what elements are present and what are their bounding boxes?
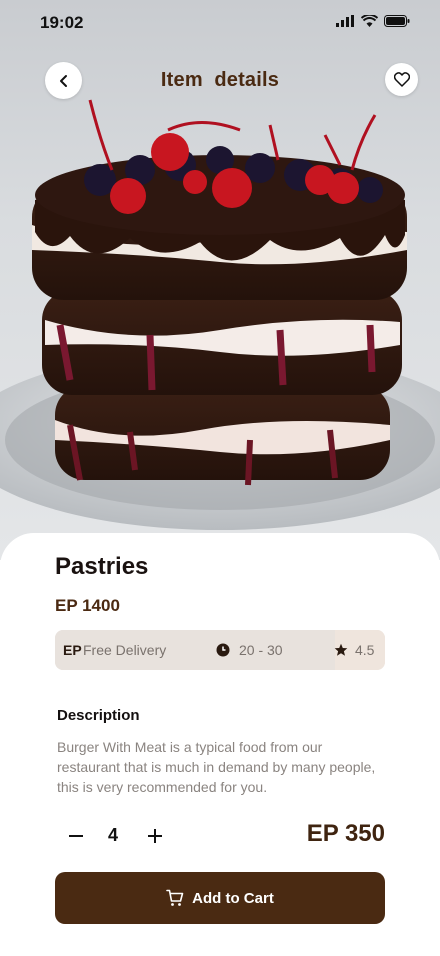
status-bar: 19:02 [0, 0, 440, 46]
page-title: Item details [160, 69, 280, 91]
star-icon [334, 643, 348, 656]
signal-icon [336, 15, 354, 27]
rating-value: 4.5 [355, 642, 375, 658]
product-name: Pastries [55, 553, 149, 580]
clock-icon [216, 643, 230, 657]
total-price: EP 350 [306, 820, 385, 847]
currency-mark: EP [63, 642, 82, 658]
status-icons [336, 15, 410, 27]
info-bar: EP Free Delivery 20 - 30 4.5 [55, 630, 385, 670]
cart-icon [166, 889, 184, 906]
plus-icon [148, 829, 162, 843]
minus-icon [69, 835, 83, 837]
product-price: EP 1400 [55, 596, 120, 615]
description-text: Burger With Meat is a typical food from … [57, 739, 376, 795]
add-to-cart-label: Add to Cart [192, 889, 274, 907]
add-to-cart-button[interactable]: Add to Cart [55, 872, 385, 924]
top-nav: Item details [0, 62, 440, 100]
wifi-icon [361, 15, 378, 27]
quantity-increase-button[interactable] [145, 824, 165, 848]
delivery-info: Free Delivery [83, 642, 167, 658]
battery-icon [384, 15, 410, 27]
quantity-value: 4 [108, 825, 119, 845]
favorite-button[interactable] [385, 63, 418, 96]
delivery-time: 20 - 30 [239, 642, 283, 658]
heart-icon [393, 72, 410, 87]
description-title: Description [57, 707, 140, 724]
quantity-decrease-button[interactable] [66, 824, 86, 848]
status-time: 19:02 [40, 13, 84, 32]
